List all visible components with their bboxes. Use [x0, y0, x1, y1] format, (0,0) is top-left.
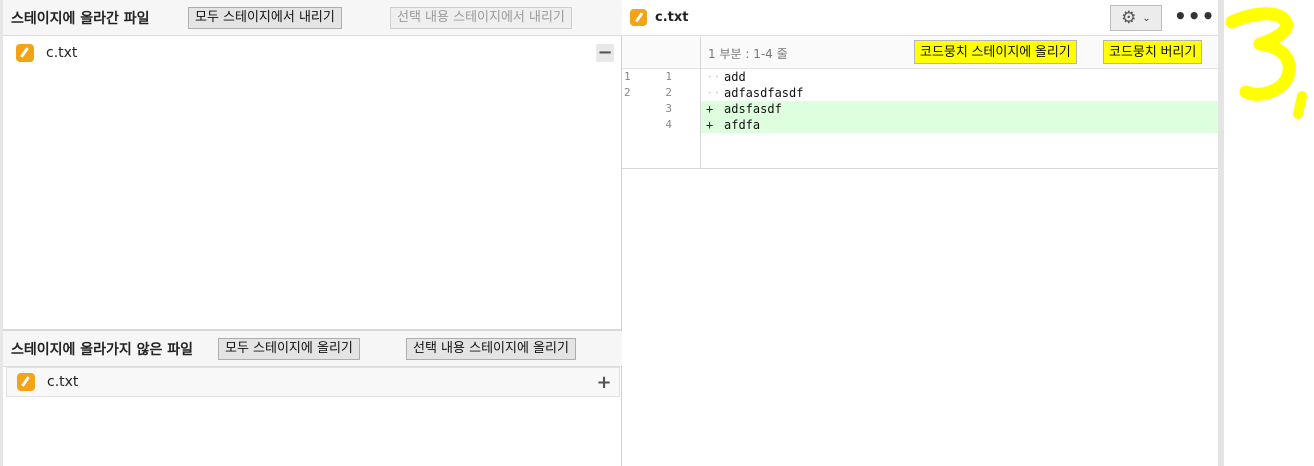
new-line-number: 2	[665, 86, 672, 99]
diff-header: c.txt ⚙ ⌄ •••	[622, 0, 1218, 36]
unstage-all-button[interactable]: 모두 스테이지에서 내리기	[188, 7, 342, 29]
gear-icon: ⚙	[1121, 8, 1137, 28]
file-name: c.txt	[47, 374, 79, 390]
line-marker: ··	[706, 70, 721, 84]
line-text: adfasdfasdf	[724, 86, 804, 100]
settings-dropdown-button[interactable]: ⚙ ⌄	[1110, 5, 1162, 31]
stage-hunk-button[interactable]: 코드뭉치 스테이지에 올리기	[914, 40, 1077, 64]
hunk-label: 1 부분 : 1-4 줄	[708, 47, 788, 61]
pencil-file-icon	[17, 373, 35, 391]
diff-line-added[interactable]: 4 + afdfa	[665, 117, 1218, 133]
unstaged-files-header: 스테이지에 올라가지 않은 파일 모두 스테이지에 올리기 선택 내용 스테이지…	[3, 331, 622, 367]
line-marker: +	[706, 102, 714, 116]
new-line-number: 1	[665, 70, 672, 83]
line-marker: +	[706, 118, 714, 132]
unstaged-file-row[interactable]: c.txt +	[6, 367, 620, 397]
more-options-icon[interactable]: •••	[1174, 6, 1214, 30]
file-status-panel: 스테이지에 올라간 파일 모두 스테이지에서 내리기 선택 내용 스테이지에서 …	[0, 0, 622, 466]
diff-panel: c.txt ⚙ ⌄ ••• 1 부분 : 1-4 줄 코드뭉치 스테이지에 올리…	[622, 0, 1218, 466]
old-line-number: 1	[624, 70, 631, 83]
pencil-file-icon	[16, 44, 34, 62]
diff-line-context[interactable]: 2 2 ·· adfasdfasdf	[622, 85, 1218, 101]
diff-file-name: c.txt	[655, 10, 689, 25]
staged-files-header: 스테이지에 올라간 파일 모두 스테이지에서 내리기 선택 내용 스테이지에서 …	[3, 0, 622, 36]
handwritten-annotation-mark	[1225, 7, 1307, 119]
new-line-number: 4	[665, 118, 672, 131]
unstaged-files-title: 스테이지에 올라가지 않은 파일	[11, 341, 194, 358]
discard-hunk-button[interactable]: 코드뭉치 버리기	[1103, 40, 1203, 64]
diff-line-context[interactable]: 1 1 ·· add	[622, 69, 1218, 85]
diff-bottom-divider	[622, 168, 1218, 169]
pencil-file-icon	[630, 9, 647, 26]
line-text: adsfasdf	[724, 102, 782, 116]
staged-file-row[interactable]: c.txt −	[6, 38, 620, 68]
chevron-down-icon: ⌄	[1142, 12, 1151, 24]
stage-file-plus-icon[interactable]: +	[595, 374, 613, 392]
line-marker: ··	[706, 86, 721, 100]
hunk-header: 1 부분 : 1-4 줄 코드뭉치 스테이지에 올리기 코드뭉치 버리기	[622, 37, 1218, 69]
unstage-selected-button[interactable]: 선택 내용 스테이지에서 내리기	[390, 7, 572, 29]
unstage-file-minus-icon[interactable]: −	[596, 44, 614, 62]
stage-all-button[interactable]: 모두 스테이지에 올리기	[218, 338, 360, 360]
old-line-number: 2	[624, 86, 631, 99]
file-name: c.txt	[46, 45, 78, 61]
diff-lines: 1 1 ·· add 2 2 ·· adfasdfasdf 3 + adsfas…	[622, 69, 1218, 133]
diff-line-added[interactable]: 3 + adsfasdf	[665, 101, 1218, 117]
line-text: afdfa	[724, 118, 761, 132]
new-line-number: 3	[665, 102, 672, 115]
stage-selected-button[interactable]: 선택 내용 스테이지에 올리기	[406, 338, 576, 360]
line-text: add	[724, 70, 746, 84]
staged-files-title: 스테이지에 올라간 파일	[11, 10, 150, 27]
